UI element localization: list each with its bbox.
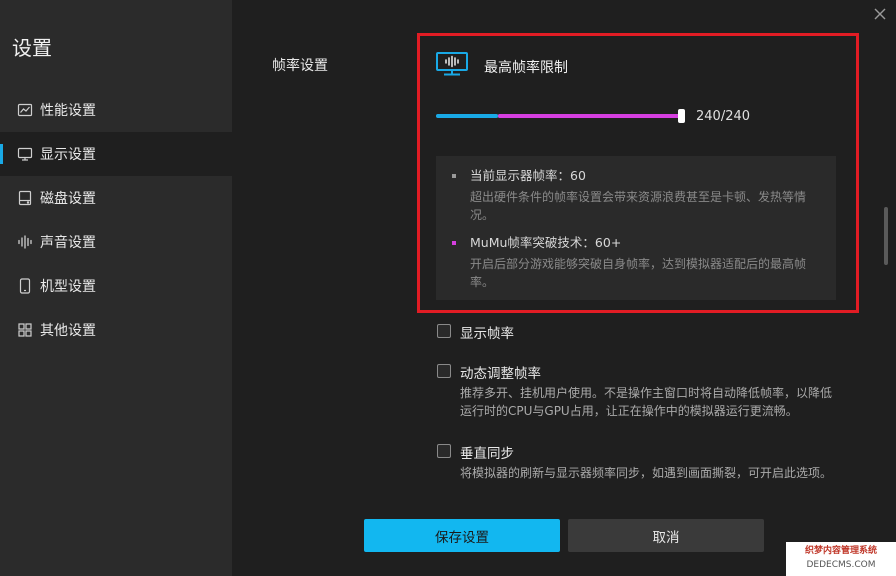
info-mumu-title: MuMu帧率突破技术：60+ [470,235,622,250]
bullet-icon [452,174,456,178]
section-label-fps: 帧率设置 [272,58,328,74]
fps-info-box: 当前显示器帧率：60 超出硬件条件的帧率设置会带来资源浪费甚至是卡顿、发热等情况… [436,156,836,300]
fps-slider-track[interactable] [436,114,682,118]
watermark-line2: DEDECMS.COM [806,560,876,570]
sidebar-item-label: 磁盘设置 [40,191,96,207]
sidebar-item-other[interactable]: 其他设置 [0,308,232,352]
chart-line-icon [17,102,33,118]
sidebar: 设置 性能设置 显示设置 磁盘设置 声音设置 机型设置 其他设置 [0,0,232,576]
fps-slider-thumb[interactable] [678,109,685,123]
monitor-fps-icon [436,52,468,76]
sidebar-item-sound[interactable]: 声音设置 [0,220,232,264]
cancel-button[interactable]: 取消 [568,519,764,552]
sidebar-item-label: 性能设置 [40,103,96,119]
info-monitor-desc: 超出硬件条件的帧率设置会带来资源浪费甚至是卡顿、发热等情况。 [470,190,807,222]
scrollbar[interactable] [884,207,888,265]
info-mumu-desc: 开启后部分游戏能够突破自身帧率，达到模拟器适配后的最高帧率。 [470,257,807,289]
sound-wave-icon [17,234,33,250]
dynamic-fps-checkbox[interactable] [437,364,451,378]
fps-limit-title: 最高帧率限制 [484,60,568,76]
fps-slider-value: 240/240 [696,109,751,124]
sidebar-item-label: 机型设置 [40,279,96,295]
sidebar-item-device[interactable]: 机型设置 [0,264,232,308]
watermark-line1: 织梦内容管理系统 [804,546,877,556]
monitor-icon [17,146,33,162]
vsync-label[interactable]: 垂直同步 [460,442,514,462]
settings-title: 设置 [12,36,52,60]
show-fps-checkbox[interactable] [437,324,451,338]
bullet-icon [452,241,456,245]
sidebar-item-label: 声音设置 [40,235,96,251]
save-button[interactable]: 保存设置 [364,519,560,552]
fps-slider-fill-standard [436,114,498,118]
info-monitor-title: 当前显示器帧率：60 [470,168,586,183]
info-item-monitor: 当前显示器帧率：60 超出硬件条件的帧率设置会带来资源浪费甚至是卡顿、发热等情况… [452,168,812,224]
sidebar-item-display[interactable]: 显示设置 [0,132,232,176]
vsync-checkbox[interactable] [437,444,451,458]
sidebar-item-label: 显示设置 [40,147,96,163]
dynamic-fps-label[interactable]: 动态调整帧率 [460,362,541,382]
show-fps-label[interactable]: 显示帧率 [460,322,514,342]
fps-slider-fill-boost [498,114,682,118]
grid-icon [17,322,33,338]
sidebar-item-performance[interactable]: 性能设置 [0,88,232,132]
vsync-desc: 将模拟器的刷新与显示器频率同步，如遇到画面撕裂，可开启此选项。 [460,466,833,480]
sidebar-nav: 性能设置 显示设置 磁盘设置 声音设置 机型设置 其他设置 [0,88,232,352]
info-item-mumu: MuMu帧率突破技术：60+ 开启后部分游戏能够突破自身帧率，达到模拟器适配后的… [452,235,812,291]
disk-icon [17,190,33,206]
close-icon[interactable] [872,6,888,22]
phone-icon [17,278,33,294]
sidebar-item-disk[interactable]: 磁盘设置 [0,176,232,220]
watermark: 织梦内容管理系统 DEDECMS.COM [786,542,896,576]
dynamic-fps-desc: 推荐多开、挂机用户使用。不是操作主窗口时将自动降低帧率，以降低运行时的CPU与G… [460,386,833,418]
sidebar-item-label: 其他设置 [40,323,96,339]
